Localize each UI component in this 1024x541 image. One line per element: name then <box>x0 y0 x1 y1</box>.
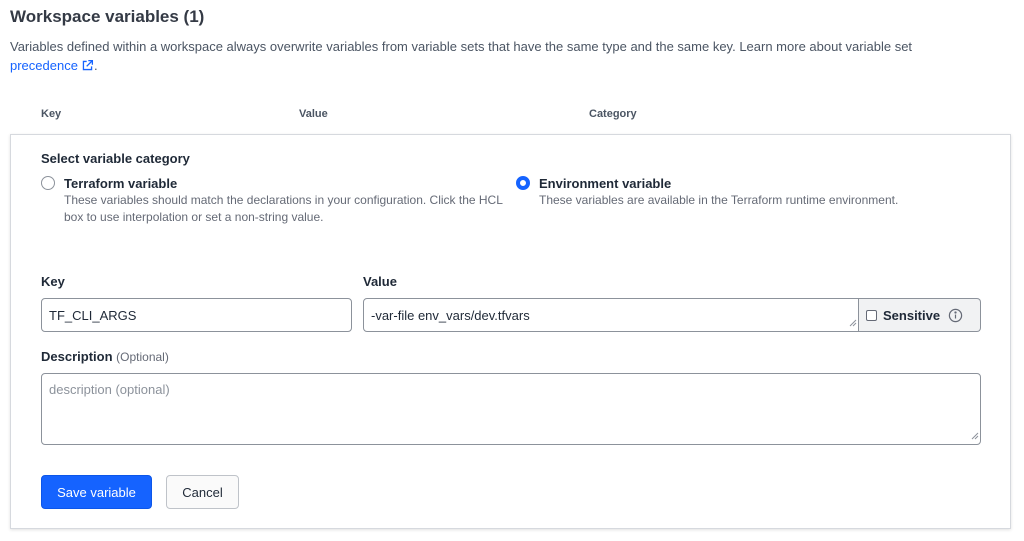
terraform-variable-radio[interactable] <box>41 176 55 190</box>
precedence-link[interactable]: precedence <box>10 58 94 73</box>
description-label: Description (Optional) <box>41 349 169 364</box>
page-description: Variables defined within a workspace alw… <box>10 37 990 77</box>
textarea-resize-handle-icon[interactable] <box>971 428 979 443</box>
description-textarea[interactable]: description (optional) <box>41 373 981 445</box>
sensitive-checkbox[interactable] <box>866 309 877 321</box>
category-heading: Select variable category <box>41 151 190 166</box>
terraform-variable-label[interactable]: Terraform variable <box>64 176 177 191</box>
column-header-category: Category <box>589 108 637 120</box>
environment-variable-help: These variables are available in the Ter… <box>539 193 899 207</box>
variable-edit-card: Select variable category Terraform varia… <box>10 134 1011 529</box>
environment-variable-radio[interactable] <box>516 176 530 190</box>
column-header-key: Key <box>41 108 62 120</box>
description-text: Variables defined within a workspace alw… <box>10 39 913 54</box>
value-input-value: -var-file env_vars/dev.tfvars <box>371 307 530 323</box>
terraform-variable-help: These variables should match the declara… <box>64 193 503 224</box>
column-header-value: Value <box>299 108 328 120</box>
key-input-value: TF_CLI_ARGS <box>49 307 137 323</box>
sensitive-toggle[interactable]: Sensitive <box>859 298 981 332</box>
cancel-button[interactable]: Cancel <box>166 475 239 509</box>
value-input[interactable]: -var-file env_vars/dev.tfvars <box>363 298 859 332</box>
key-input[interactable]: TF_CLI_ARGS <box>41 298 352 332</box>
description-suffix: . <box>93 58 98 73</box>
key-label: Key <box>41 274 65 289</box>
description-placeholder: description (optional) <box>49 382 170 397</box>
resize-handle-icon[interactable] <box>849 315 857 330</box>
external-link-icon <box>81 58 94 77</box>
value-label: Value <box>363 274 397 289</box>
page-title: Workspace variables (1) <box>10 7 205 26</box>
sensitive-label[interactable]: Sensitive <box>883 308 940 323</box>
environment-variable-label[interactable]: Environment variable <box>539 176 671 191</box>
info-icon[interactable] <box>948 308 963 323</box>
description-optional-label: (Optional) <box>116 350 169 364</box>
save-variable-button[interactable]: Save variable <box>41 475 152 509</box>
